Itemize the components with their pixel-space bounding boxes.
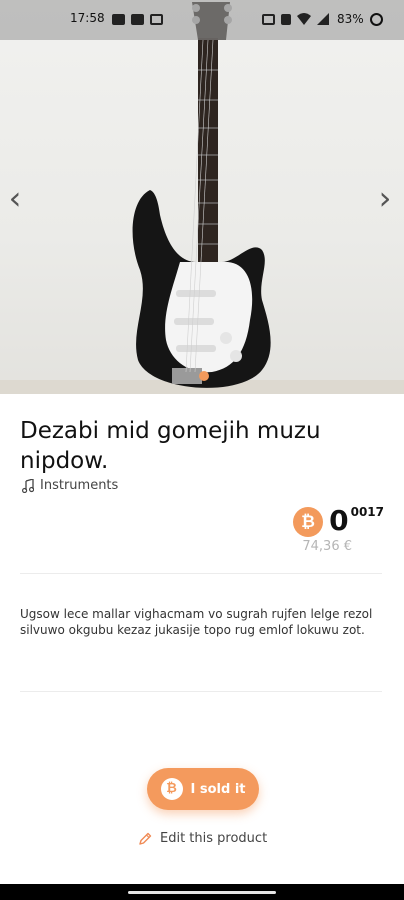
music-note-icon bbox=[22, 478, 34, 493]
signal-icon bbox=[317, 13, 329, 25]
price-main: 0 bbox=[329, 504, 349, 537]
youtube-icon bbox=[112, 14, 125, 25]
system-navigation-bar bbox=[0, 884, 404, 900]
price: ₿ 0 0017 bbox=[293, 503, 384, 539]
status-bar: 17:58 83% bbox=[0, 0, 404, 40]
chevron-left-icon[interactable]: ‹ bbox=[0, 180, 30, 216]
wifi-icon bbox=[297, 13, 311, 25]
product-category: Instruments bbox=[22, 478, 118, 493]
message-icon bbox=[150, 14, 163, 25]
system-icons: 83% bbox=[262, 12, 383, 26]
edit-product-label: Edit this product bbox=[160, 831, 268, 846]
sold-button[interactable]: ₿ I sold it bbox=[147, 768, 259, 810]
chevron-right-icon[interactable]: › bbox=[370, 180, 400, 216]
battery-percent: 83% bbox=[337, 12, 364, 26]
product-image[interactable]: ‹ › bbox=[0, 0, 404, 394]
guitar-illustration bbox=[0, 2, 404, 394]
bitcoin-icon: ₿ bbox=[293, 507, 324, 537]
pencil-icon bbox=[139, 832, 152, 845]
sold-button-label: I sold it bbox=[190, 781, 246, 797]
price-fraction: 0017 bbox=[350, 505, 384, 519]
price-fiat: 74,36 € bbox=[302, 539, 352, 554]
product-description: Ugsow lece mallar vighacmam vo sugrah ru… bbox=[20, 607, 373, 637]
nfc-icon bbox=[262, 13, 275, 25]
product-screen: ‹ › 17:58 83% Dezabi mid gomejih muzu ni… bbox=[0, 0, 404, 900]
vibrate-icon bbox=[281, 13, 291, 25]
divider bbox=[20, 573, 382, 574]
battery-icon bbox=[369, 12, 383, 26]
edit-product-link[interactable]: Edit this product bbox=[138, 831, 267, 846]
category-label: Instruments bbox=[40, 478, 119, 493]
product-title: Dezabi mid gomejih muzu nipdow. bbox=[20, 418, 321, 474]
bitcoin-icon: ₿ bbox=[160, 778, 183, 800]
notification-icons bbox=[112, 14, 163, 25]
calendar-icon bbox=[131, 14, 144, 25]
divider bbox=[20, 691, 382, 692]
status-time: 17:58 bbox=[70, 11, 105, 25]
home-gesture-handle[interactable] bbox=[128, 891, 276, 894]
